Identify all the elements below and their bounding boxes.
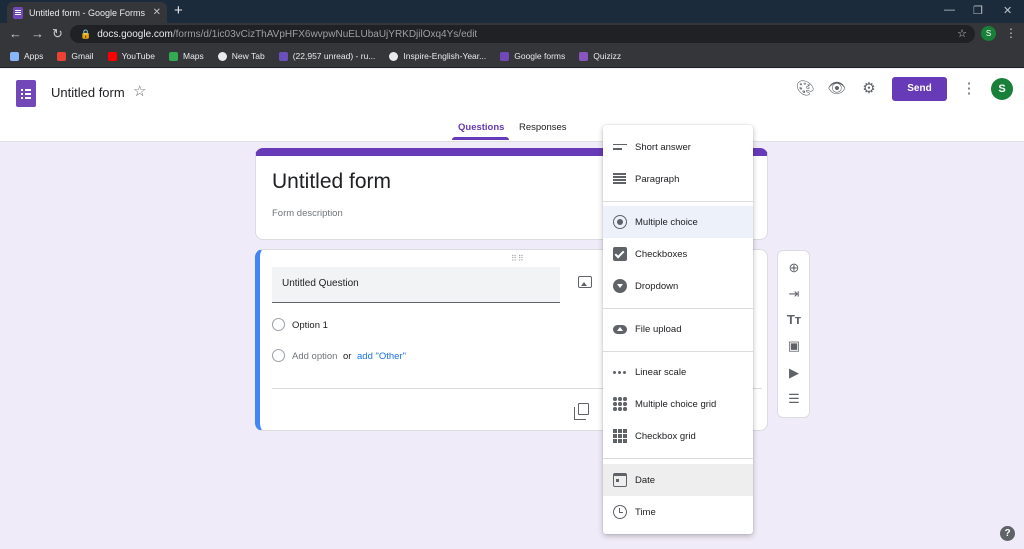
account-avatar[interactable]: S xyxy=(991,78,1013,100)
forms-header: Untitled form ☆ 🎨︎ 👁︎ ⚙ Send ⋮ S Questio… xyxy=(0,69,1024,142)
floating-toolbar: ⊕ ⇥ Tт ▣ ▶ ☰ xyxy=(777,250,810,418)
bookmark-mail-unread[interactable]: (22,957 unread) - ru... xyxy=(278,51,375,61)
maps-icon xyxy=(168,51,178,61)
browser-menu-icon[interactable]: ⋮ xyxy=(1005,26,1017,40)
menu-item-checkboxes[interactable]: Checkboxes xyxy=(603,238,753,270)
bookmark-gmail[interactable]: Gmail xyxy=(57,51,94,61)
browser-toolbar: ← → ↻ 🔒 docs.google.com /forms/d/1ic03vC… xyxy=(0,23,1024,45)
add-title-icon[interactable]: Tт xyxy=(786,312,802,328)
lock-icon: 🔒 xyxy=(80,28,92,39)
or-label: or xyxy=(343,351,352,362)
menu-divider xyxy=(603,351,753,352)
browser-profile-avatar[interactable]: S xyxy=(981,26,996,41)
menu-item-time[interactable]: Time xyxy=(603,496,753,528)
menu-item-dropdown[interactable]: Dropdown xyxy=(603,270,753,302)
radio-button-icon xyxy=(613,215,627,229)
drag-handle-icon[interactable]: ⠿⠿ xyxy=(511,254,525,263)
restore-icon[interactable]: ❐ xyxy=(973,4,983,17)
import-questions-icon[interactable]: ⇥ xyxy=(786,286,802,302)
mail-icon xyxy=(278,51,288,61)
cloud-upload-icon xyxy=(613,322,627,336)
menu-divider xyxy=(603,201,753,202)
radio-option-1 xyxy=(272,318,285,331)
forward-icon[interactable]: → xyxy=(31,26,44,42)
add-section-icon[interactable]: ☰ xyxy=(786,391,802,407)
form-name[interactable]: Untitled form xyxy=(51,85,125,100)
checkbox-icon xyxy=(613,247,627,261)
question-type-menu: Short answer Paragraph Multiple choice C… xyxy=(603,125,753,534)
linear-scale-icon xyxy=(613,365,627,379)
add-option-link[interactable]: Add option xyxy=(292,351,337,362)
youtube-icon xyxy=(107,51,117,61)
star-icon[interactable]: ☆ xyxy=(133,82,146,100)
short-answer-icon xyxy=(613,144,627,158)
question-title-input[interactable]: Untitled Question xyxy=(272,267,560,303)
menu-item-multiple-choice-grid[interactable]: Multiple choice grid xyxy=(603,388,753,420)
bookmark-youtube[interactable]: YouTube xyxy=(107,51,155,61)
bookmarks-bar: Apps Gmail YouTube Maps New Tab (22,957 … xyxy=(0,45,1024,68)
address-bar[interactable]: 🔒 docs.google.com /forms/d/1ic03vCizThAV… xyxy=(70,25,975,43)
add-image-icon[interactable] xyxy=(578,276,592,288)
bookmark-quizizz[interactable]: Quizizz xyxy=(579,51,621,61)
menu-item-file-upload[interactable]: File upload xyxy=(603,313,753,345)
bookmark-star-icon[interactable]: ☆ xyxy=(957,27,967,40)
preview-eye-icon[interactable]: 👁︎ xyxy=(827,79,847,99)
duplicate-icon[interactable] xyxy=(574,403,589,420)
gmail-icon xyxy=(57,51,67,61)
globe-icon xyxy=(217,51,227,61)
add-question-icon[interactable]: ⊕ xyxy=(786,260,802,276)
globe-icon xyxy=(389,51,399,61)
menu-item-checkbox-grid[interactable]: Checkbox grid xyxy=(603,420,753,452)
menu-item-multiple-choice[interactable]: Multiple choice xyxy=(603,206,753,238)
tab-questions[interactable]: Questions xyxy=(458,122,504,133)
help-icon[interactable]: ? xyxy=(1000,526,1015,541)
tab-close-icon[interactable]: ✕ xyxy=(153,7,161,18)
option-1-label[interactable]: Option 1 xyxy=(292,320,328,331)
form-title[interactable]: Untitled form xyxy=(272,170,391,194)
paragraph-icon xyxy=(613,172,627,186)
form-description-field[interactable]: Form description xyxy=(272,208,343,219)
square-grid-icon xyxy=(613,429,627,443)
add-video-icon[interactable]: ▶ xyxy=(786,365,802,381)
browser-tab[interactable]: Untitled form - Google Forms ✕ xyxy=(7,2,167,23)
menu-divider xyxy=(603,458,753,459)
radio-add-option xyxy=(272,349,285,362)
forms-icon xyxy=(500,51,510,61)
menu-item-date[interactable]: Date xyxy=(603,464,753,496)
browser-tab-title: Untitled form - Google Forms xyxy=(29,7,146,18)
bookmark-apps[interactable]: Apps xyxy=(10,51,43,61)
clock-icon xyxy=(613,505,627,519)
forms-favicon-icon xyxy=(13,6,23,19)
settings-gear-icon[interactable]: ⚙ xyxy=(859,79,879,99)
quizizz-icon xyxy=(579,51,589,61)
active-tab-indicator xyxy=(452,137,509,140)
minimize-icon[interactable]: — xyxy=(944,4,955,16)
menu-divider xyxy=(603,308,753,309)
new-tab-button[interactable]: + xyxy=(174,3,183,19)
palette-icon[interactable]: 🎨︎ xyxy=(795,79,815,99)
bookmark-google-forms[interactable]: Google forms xyxy=(500,51,565,61)
close-window-icon[interactable]: ✕ xyxy=(1003,4,1012,17)
more-options-icon[interactable]: ⋮ xyxy=(959,79,979,99)
calendar-icon xyxy=(613,473,627,487)
tab-responses[interactable]: Responses xyxy=(519,122,567,133)
menu-item-paragraph[interactable]: Paragraph xyxy=(603,163,753,195)
bookmark-new-tab[interactable]: New Tab xyxy=(217,51,265,61)
bookmark-maps[interactable]: Maps xyxy=(168,51,204,61)
send-button[interactable]: Send xyxy=(892,77,947,101)
add-image-icon[interactable]: ▣ xyxy=(786,338,802,354)
menu-item-short-answer[interactable]: Short answer xyxy=(603,131,753,163)
browser-tab-strip: Untitled form - Google Forms ✕ + — ❐ ✕ xyxy=(0,0,1024,23)
bookmark-inspire-english[interactable]: Inspire-English-Year... xyxy=(389,51,486,61)
add-other-link[interactable]: add "Other" xyxy=(357,351,406,362)
reload-icon[interactable]: ↻ xyxy=(52,26,63,42)
url-path: /forms/d/1ic03vCizThAVpHFX6wvpwNuELUbaUj… xyxy=(172,28,478,40)
menu-item-linear-scale[interactable]: Linear scale xyxy=(603,356,753,388)
dropdown-arrow-icon xyxy=(613,279,627,293)
back-icon[interactable]: ← xyxy=(9,26,22,42)
dot-grid-icon xyxy=(613,397,627,411)
google-forms-logo-icon[interactable] xyxy=(16,80,36,107)
apps-grid-icon xyxy=(10,51,19,61)
url-host: docs.google.com xyxy=(97,28,173,40)
